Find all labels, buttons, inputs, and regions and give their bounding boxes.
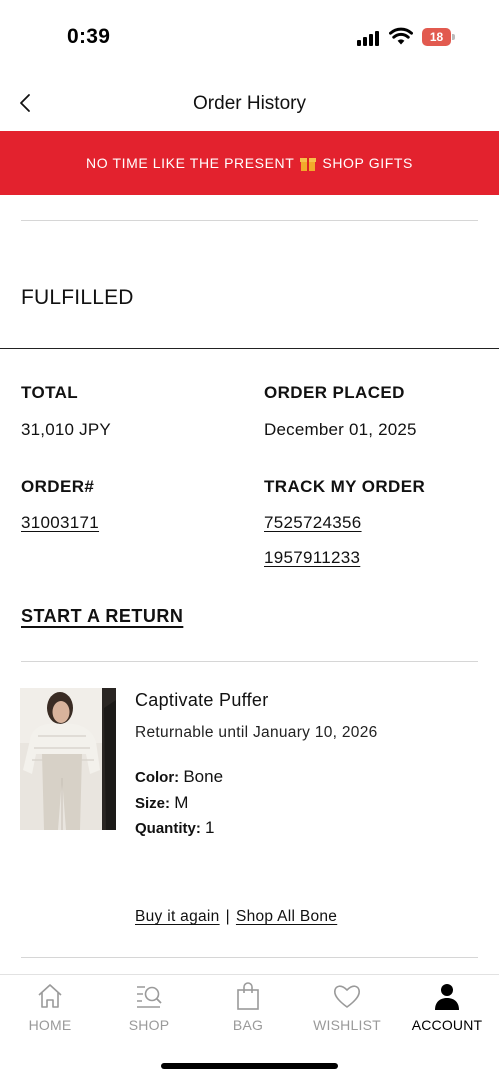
home-icon [38,984,62,1008]
shop-gifts-link[interactable]: SHOP GIFTS [322,155,413,171]
track-order-label: TRACK MY ORDER [264,477,426,496]
person-icon [435,984,459,1010]
heart-icon [333,985,361,1008]
tab-label: BAG [232,1017,264,1033]
tab-bag[interactable]: BAG [198,981,298,1043]
color-value: Bone [183,767,224,786]
start-return-button[interactable]: START A RETURN [21,606,183,627]
quantity-value: 1 [205,818,215,837]
size-label: Size: [135,795,171,812]
tab-account[interactable]: ACCOUNT [397,981,497,1043]
promo-text: NO TIME LIKE THE PRESENT [86,155,295,171]
battery-level: 18 [422,28,451,46]
tab-wishlist[interactable]: WISHLIST [297,981,397,1043]
status-time: 0:39 [67,25,111,48]
product-size: Size: M [135,793,188,813]
home-indicator [161,1063,338,1069]
divider [0,348,499,349]
tab-shop[interactable]: SHOP [99,981,199,1043]
divider [21,220,478,221]
product-image[interactable] [20,688,116,830]
quantity-label: Quantity: [135,820,201,837]
tab-label: HOME [28,1017,72,1033]
buy-again-link[interactable]: Buy it again [135,908,220,925]
divider [21,661,478,662]
color-label: Color: [135,769,180,786]
tracking-number-link[interactable]: 7525724356 [264,513,362,533]
nav-header: Order History [0,72,499,132]
tab-label: WISHLIST [313,1017,381,1033]
product-color: Color: Bone [135,767,223,787]
total-label: TOTAL [21,383,79,402]
cellular-signal-icon [357,30,383,46]
tab-home[interactable]: HOME [0,981,100,1043]
divider [21,957,478,958]
size-value: M [174,793,189,812]
shop-all-link[interactable]: Shop All Bone [236,908,337,925]
total-value: 31,010 JPY [21,420,111,439]
page-title: Order History [193,93,306,114]
returnable-until: Returnable until January 10, 2026 [135,724,378,741]
battery-icon: 18 [422,28,455,46]
tracking-number-link[interactable]: 1957911233 [264,548,360,568]
tab-label: ACCOUNT [411,1017,483,1033]
order-number-label: ORDER# [21,477,95,496]
order-number-link[interactable]: 31003171 [21,513,99,533]
promo-banner[interactable]: NO TIME LIKE THE PRESENT SHOP GIFTS [0,131,499,195]
tab-label: SHOP [128,1017,170,1033]
shop-search-icon [137,986,162,1008]
order-status: FULFILLED [21,286,134,309]
gift-icon [300,155,317,171]
order-placed-value: December 01, 2025 [264,420,417,439]
link-separator: | [225,908,230,925]
bag-icon [237,982,259,1010]
product-name[interactable]: Captivate Puffer [135,690,269,711]
status-bar: 0:39 18 [0,0,499,72]
product-links: Buy it again | Shop All Bone [135,908,337,926]
order-placed-label: ORDER PLACED [264,383,405,402]
product-quantity: Quantity: 1 [135,818,214,838]
wifi-icon [389,27,413,45]
